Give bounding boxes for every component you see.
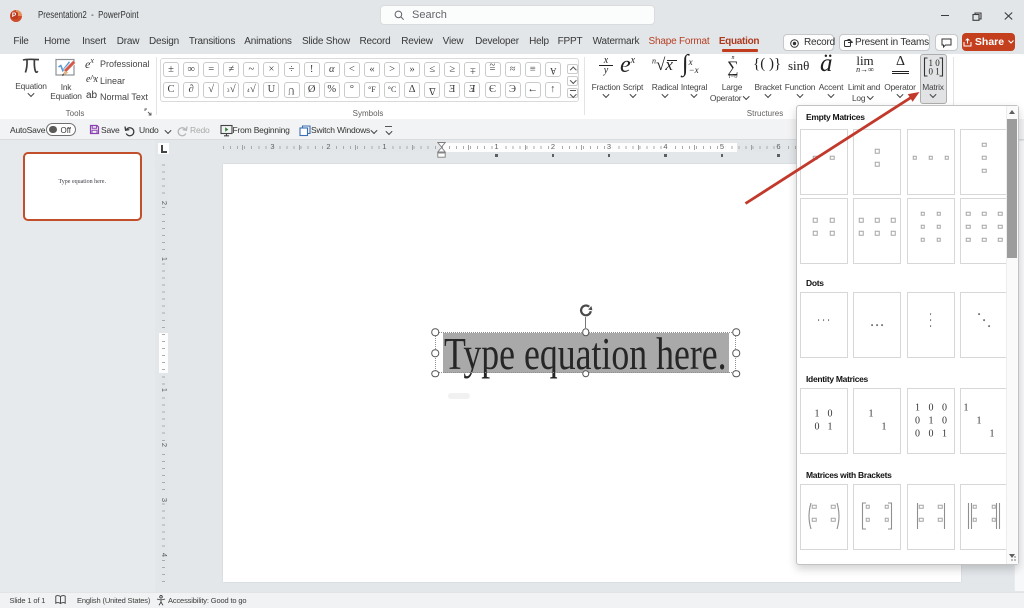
svg-text:0 1: 0 1 [929,67,940,77]
